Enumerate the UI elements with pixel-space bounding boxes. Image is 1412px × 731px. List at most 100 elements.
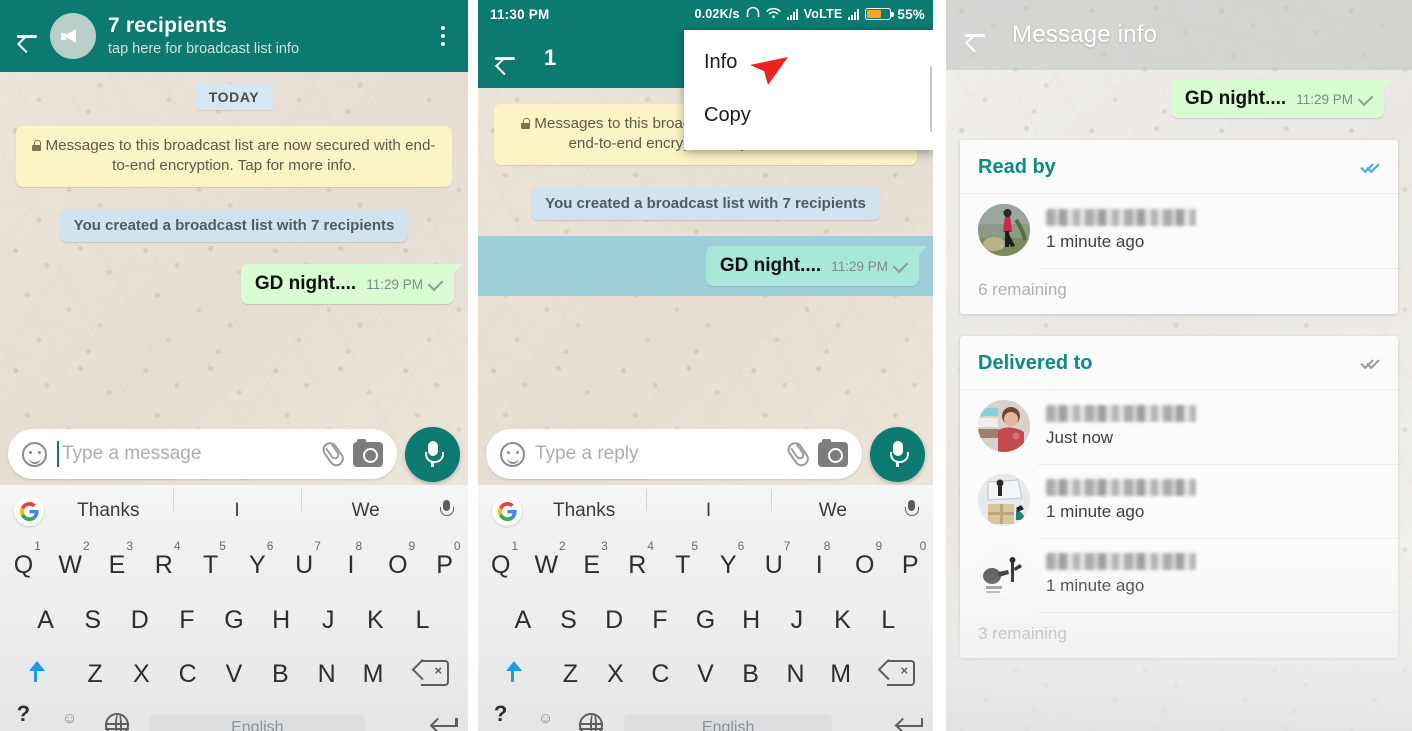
list-item[interactable]: 1 minute ago <box>960 194 1398 268</box>
key-x[interactable]: X <box>118 660 164 689</box>
voice-input-icon[interactable] <box>903 499 919 523</box>
suggestion-item[interactable]: I <box>646 489 770 522</box>
broadcast-megaphone-icon[interactable] <box>50 13 96 59</box>
key-m[interactable]: M <box>350 660 396 689</box>
key-e[interactable]: E3 <box>94 539 141 580</box>
back-arrow-icon[interactable] <box>488 41 522 75</box>
key-d[interactable]: D <box>116 606 163 635</box>
key-q[interactable]: Q1 <box>0 539 47 580</box>
key-k[interactable]: K <box>352 606 399 635</box>
key-o[interactable]: O9 <box>374 539 421 580</box>
key-d[interactable]: D <box>591 606 637 635</box>
key-u[interactable]: U7 <box>281 539 328 580</box>
key-a[interactable]: A <box>500 606 546 635</box>
menu-scrollbar[interactable] <box>929 66 932 132</box>
shift-up-arrow-icon[interactable] <box>0 660 72 689</box>
voice-input-icon[interactable] <box>438 499 454 523</box>
symbols-key[interactable]: ?123 <box>0 699 47 731</box>
key-m[interactable]: M <box>818 660 863 689</box>
shift-up-arrow-icon[interactable] <box>478 660 548 689</box>
key-j[interactable]: J <box>305 606 352 635</box>
period-key[interactable]: . <box>842 714 887 731</box>
suggestion-item[interactable]: We <box>301 489 430 522</box>
key-s[interactable]: S <box>546 606 592 635</box>
suggestion-item[interactable]: Thanks <box>44 500 173 522</box>
key-s[interactable]: S <box>69 606 116 635</box>
key-c[interactable]: C <box>638 660 683 689</box>
spacebar[interactable]: English <box>623 714 833 731</box>
microphone-button[interactable] <box>405 426 460 482</box>
key-h[interactable]: H <box>728 606 774 635</box>
key-f[interactable]: F <box>637 606 683 635</box>
back-arrow-icon[interactable] <box>958 18 992 52</box>
key-t[interactable]: T5 <box>660 539 706 580</box>
key-t[interactable]: T5 <box>187 539 234 580</box>
key-e[interactable]: E3 <box>569 539 615 580</box>
comma-key[interactable]: ☺, <box>523 710 568 731</box>
key-z[interactable]: Z <box>548 660 593 689</box>
globe-language-icon[interactable] <box>569 712 614 731</box>
suggestion-item[interactable]: Thanks <box>522 500 646 522</box>
key-g[interactable]: G <box>683 606 729 635</box>
backspace-icon[interactable]: × <box>396 659 468 689</box>
microphone-button[interactable] <box>870 426 925 482</box>
key-b[interactable]: B <box>257 660 303 689</box>
key-l[interactable]: L <box>399 606 446 635</box>
menu-item-copy[interactable]: Copy <box>684 89 933 142</box>
key-p[interactable]: P0 <box>888 539 934 580</box>
paperclip-icon[interactable] <box>312 436 348 472</box>
outgoing-bubble[interactable]: GD night.... 11:29 PM <box>705 246 928 287</box>
key-r[interactable]: R4 <box>615 539 661 580</box>
message-row[interactable]: GD night.... 11:29 PM <box>0 264 468 305</box>
back-arrow-icon[interactable] <box>10 19 44 53</box>
emoji-smiley-icon[interactable] <box>500 441 525 467</box>
key-v[interactable]: V <box>211 660 257 689</box>
key-x[interactable]: X <box>593 660 638 689</box>
key-y[interactable]: Y6 <box>234 539 281 580</box>
camera-icon[interactable] <box>353 438 383 467</box>
key-z[interactable]: Z <box>72 660 118 689</box>
key-w[interactable]: W2 <box>524 539 570 580</box>
key-i[interactable]: I8 <box>328 539 375 580</box>
key-o[interactable]: O9 <box>842 539 888 580</box>
message-row-selected[interactable]: GD night.... 11:29 PM <box>478 236 933 297</box>
appbar-titles[interactable]: 7 recipients tap here for broadcast list… <box>108 14 299 58</box>
key-b[interactable]: B <box>728 660 773 689</box>
input-pill[interactable]: Type a message <box>8 429 397 479</box>
suggestion-item[interactable]: We <box>770 489 895 522</box>
key-n[interactable]: N <box>304 660 350 689</box>
suggestion-item[interactable]: I <box>172 489 302 522</box>
overflow-menu-icon[interactable] <box>428 19 458 53</box>
menu-item-info[interactable]: Info <box>684 36 933 89</box>
emoji-smiley-icon[interactable] <box>22 441 47 467</box>
key-k[interactable]: K <box>820 606 866 635</box>
key-u[interactable]: U7 <box>751 539 797 580</box>
key-q[interactable]: Q1 <box>478 539 524 580</box>
key-g[interactable]: G <box>210 606 257 635</box>
google-g-icon[interactable] <box>14 496 44 526</box>
key-f[interactable]: F <box>163 606 210 635</box>
input-pill[interactable]: Type a reply <box>486 429 862 479</box>
key-a[interactable]: A <box>22 606 69 635</box>
key-j[interactable]: J <box>774 606 820 635</box>
google-g-icon[interactable] <box>492 496 522 526</box>
key-p[interactable]: P0 <box>421 539 468 580</box>
message-input-field[interactable]: Type a message <box>57 441 307 467</box>
list-item[interactable]: 1 minute ago <box>960 538 1398 612</box>
list-item[interactable]: Just now <box>960 390 1398 464</box>
enter-return-icon[interactable] <box>421 714 468 731</box>
comma-key[interactable]: ☺, <box>47 710 94 731</box>
key-v[interactable]: V <box>683 660 728 689</box>
encryption-notice[interactable]: Messages to this broadcast list are now … <box>16 126 452 188</box>
symbols-key[interactable]: ?123 <box>478 699 523 731</box>
key-c[interactable]: C <box>164 660 210 689</box>
message-input-field[interactable]: Type a reply <box>535 443 772 465</box>
globe-language-icon[interactable] <box>93 712 140 731</box>
camera-icon[interactable] <box>818 438 848 467</box>
list-item[interactable]: 1 minute ago <box>960 464 1398 538</box>
key-y[interactable]: Y6 <box>706 539 752 580</box>
key-n[interactable]: N <box>773 660 818 689</box>
paperclip-icon[interactable] <box>777 436 813 472</box>
key-h[interactable]: H <box>258 606 305 635</box>
enter-return-icon[interactable] <box>888 714 933 731</box>
